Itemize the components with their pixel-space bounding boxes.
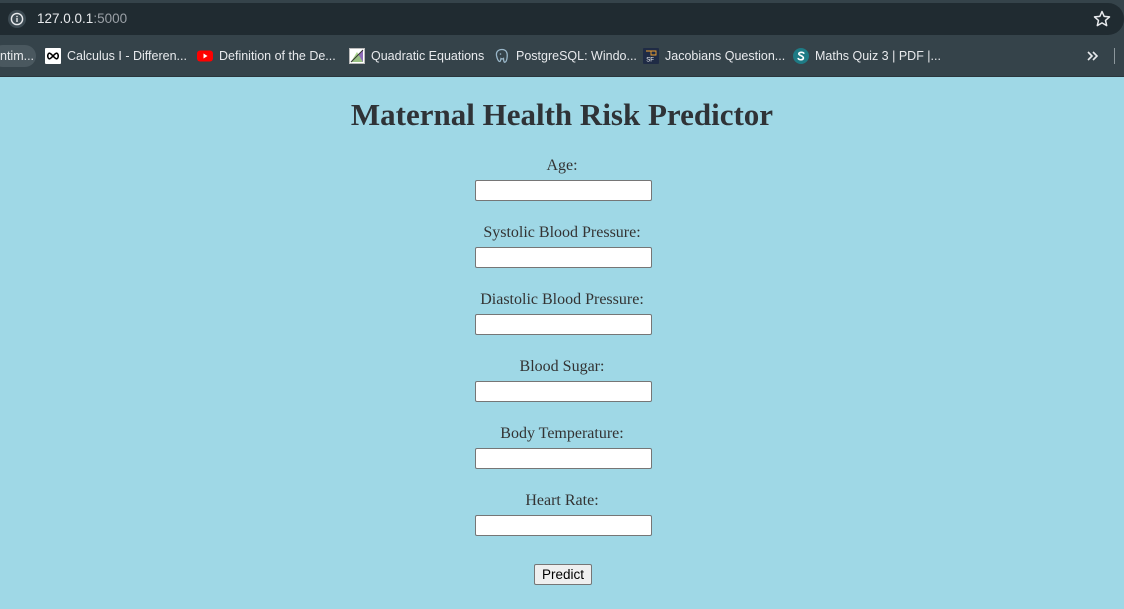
url-host: 127.0.0.1	[37, 11, 94, 26]
bookmark-item[interactable]: Definition of the De...	[197, 45, 336, 67]
heart-rate-label: Heart Rate:	[525, 492, 599, 509]
body-temperature-label: Body Temperature:	[500, 425, 624, 442]
browser-toolbar: 127.0.0.1:5000	[0, 0, 1124, 38]
bookmark-item[interactable]: ntim...	[0, 45, 36, 67]
url-port: :5000	[93, 11, 128, 26]
more-bookmarks-chevron-icon[interactable]	[1084, 46, 1102, 66]
bookmark-label: Definition of the De...	[219, 49, 336, 63]
bookmarks-bar: ntim... Calculus I - Differen... Definit…	[0, 38, 1124, 77]
age-label: Age:	[546, 157, 578, 174]
bookmark-item[interactable]: PostgreSQL: Windo...	[494, 45, 637, 67]
svg-text:SF: SF	[646, 58, 654, 64]
systolic-bp-input[interactable]	[475, 247, 652, 268]
predict-button[interactable]: Predict	[534, 564, 592, 585]
blood-sugar-label: Blood Sugar:	[519, 358, 605, 375]
bookmark-label: ntim...	[0, 49, 35, 63]
bookmarks-divider	[1114, 48, 1115, 64]
bookmark-item[interactable]: SF Jacobians Question...	[643, 45, 785, 67]
systolic-bp-label: Systolic Blood Pressure:	[483, 224, 641, 241]
bookmark-label: Jacobians Question...	[665, 49, 786, 63]
bookmark-label: Maths Quiz 3 | PDF |...	[815, 49, 941, 63]
postgresql-elephant-icon	[494, 48, 510, 64]
youtube-icon	[197, 48, 213, 64]
bookmark-label: Calculus I - Differen...	[67, 49, 187, 63]
page-title: Maternal Health Risk Predictor	[350, 97, 774, 132]
bookmark-item[interactable]: Calculus I - Differen...	[45, 45, 187, 67]
site-info-icon[interactable]	[8, 10, 26, 28]
infinity-icon	[45, 48, 61, 64]
scribd-icon	[793, 48, 809, 64]
bookmark-star-icon[interactable]	[1092, 9, 1112, 29]
blood-sugar-input[interactable]	[475, 381, 652, 402]
body-temperature-input[interactable]	[475, 448, 652, 469]
address-url[interactable]: 127.0.0.1:5000	[37, 11, 127, 26]
address-bar[interactable]: 127.0.0.1:5000	[0, 3, 1124, 35]
bookmark-label: Quadratic Equations	[371, 49, 485, 63]
page-content: Maternal Health Risk Predictor Age: Syst…	[0, 77, 1124, 609]
bookmark-item[interactable]: Maths Quiz 3 | PDF |...	[793, 45, 941, 67]
bookmark-label: PostgreSQL: Windo...	[516, 49, 637, 63]
diastolic-bp-label: Diastolic Blood Pressure:	[480, 291, 644, 308]
heart-rate-input[interactable]	[475, 515, 652, 536]
geometry-icon	[349, 48, 365, 64]
age-input[interactable]	[475, 180, 652, 201]
diastolic-bp-input[interactable]	[475, 314, 652, 335]
sf-icon: SF	[643, 48, 659, 64]
bookmark-item[interactable]: Quadratic Equations	[349, 45, 484, 67]
